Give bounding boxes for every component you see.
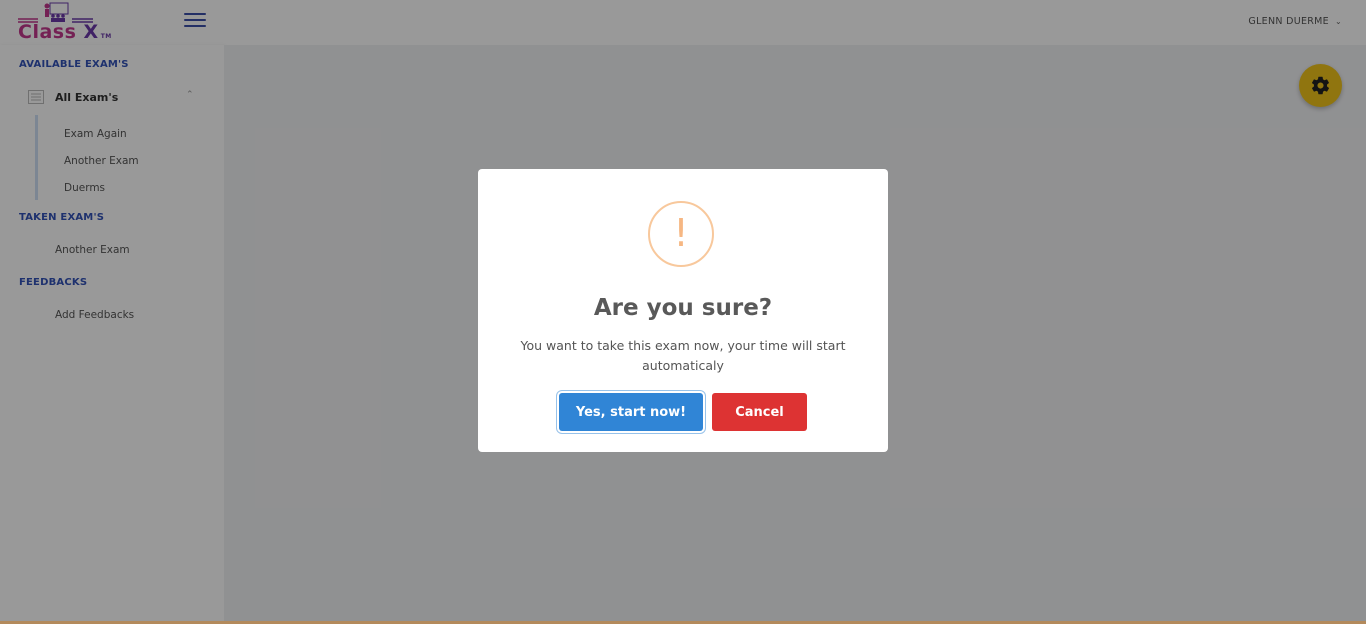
dialog-title: Are you sure? xyxy=(593,295,773,321)
confirm-dialog: ! Are you sure? You want to take this ex… xyxy=(478,169,888,452)
warning-icon: ! xyxy=(648,201,714,267)
confirm-start-button[interactable]: Yes, start now! xyxy=(559,393,703,431)
exclamation-mark: ! xyxy=(673,211,689,255)
dialog-message: You want to take this exam now, your tim… xyxy=(520,338,846,373)
cancel-button[interactable]: Cancel xyxy=(712,393,807,431)
